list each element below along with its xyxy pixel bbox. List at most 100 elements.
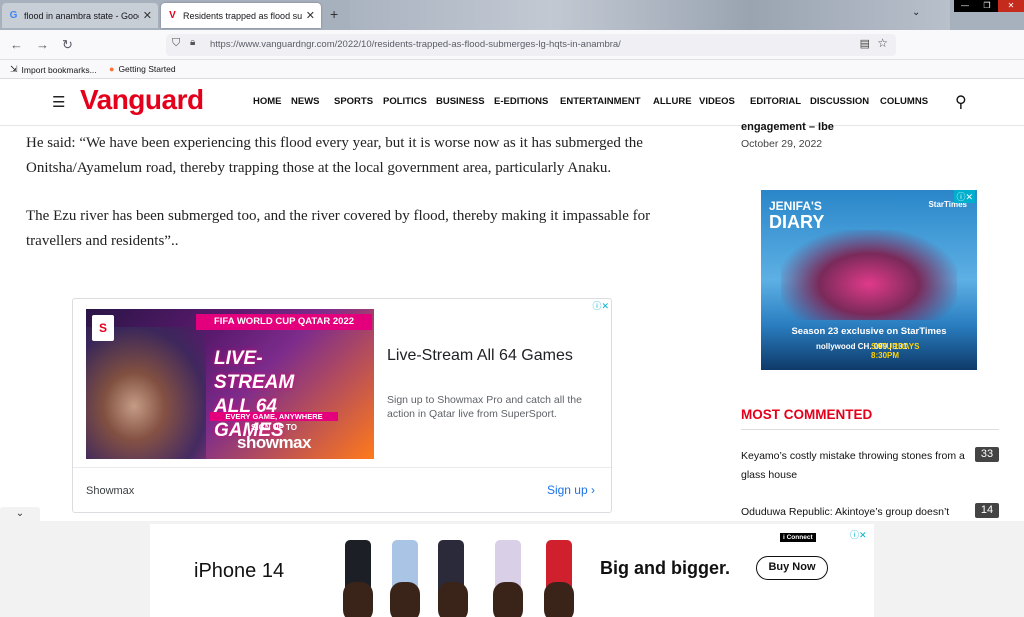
supersport-logo: S (92, 315, 114, 341)
minimize-icon[interactable]: — (954, 0, 976, 12)
google-icon: G (9, 10, 18, 21)
back-icon[interactable]: ← (10, 37, 23, 52)
nav-editorial[interactable]: EDITORIAL (750, 96, 801, 107)
maximize-icon[interactable]: ❐ (976, 0, 998, 12)
buy-now-button[interactable]: Buy Now (756, 556, 828, 580)
schedule-day: SATURDAYS (871, 342, 920, 351)
window-controls: — ❐ ✕ (954, 0, 1024, 12)
tab-bar: G flood in anambra state - Google ✕ V Re… (0, 0, 1024, 30)
vanguard-icon: V (169, 10, 176, 21)
close-tab-icon[interactable]: ✕ (306, 9, 315, 22)
nav-home[interactable]: HOME (253, 96, 282, 107)
reader-view-icon[interactable]: ▤ (860, 37, 870, 50)
nav-allure[interactable]: ALLURE (653, 96, 692, 107)
url-text[interactable]: https://www.vanguardngr.com/2022/10/resi… (210, 39, 621, 50)
signup-label: Sign up (546, 483, 588, 497)
nav-e-editions[interactable]: E-EDITIONS (494, 96, 548, 107)
tab-google-search[interactable]: G flood in anambra state - Google ✕ (2, 3, 158, 28)
hand (343, 582, 373, 617)
ad-show-title-small: JENIFA'S (769, 199, 822, 213)
hand (390, 582, 420, 617)
lock-icon[interactable]: 🔒︎ (190, 37, 195, 48)
divider (741, 429, 999, 430)
ad-show-title-big: DIARY (769, 212, 825, 232)
bookmark-label: Getting Started (118, 64, 176, 74)
close-window-icon[interactable]: ✕ (998, 0, 1024, 12)
showmax-logo: showmax (237, 433, 311, 452)
ad-description: Sign up to Showmax Pro and catch all the… (387, 394, 582, 420)
nav-news[interactable]: NEWS (291, 96, 320, 107)
bookmark-getting-started[interactable]: ● Getting Started (109, 64, 176, 74)
firefox-icon: ● (109, 64, 115, 74)
hamburger-menu-icon[interactable]: ☰ (52, 93, 65, 111)
ad-tagline: Season 23 exclusive on StarTimes (791, 326, 947, 337)
close-tab-icon[interactable]: ✕ (143, 9, 152, 22)
new-tab-icon[interactable]: + (330, 6, 338, 22)
nav-business[interactable]: BUSINESS (436, 96, 485, 107)
previous-post-date: October 29, 2022 (741, 138, 823, 150)
tab-vanguard-article[interactable]: V Residents trapped as flood subm ✕ (161, 3, 321, 28)
search-icon[interactable]: ⚲ (955, 92, 967, 112)
schedule-time: 8:30PM (871, 351, 900, 360)
hand (544, 582, 574, 617)
ad-image-sub2: SIGN UP TO (251, 423, 297, 432)
article-paragraph: The Ezu river has been submerged too, an… (26, 208, 651, 249)
article-body: He said: “We have been experiencing this… (26, 131, 676, 277)
adchoices-icon[interactable]: ⓘ✕ (850, 528, 867, 541)
bookmarks-toolbar: ⇲ Import bookmarks... ● Getting Started (0, 60, 1024, 79)
ad-image-band: FIFA WORLD CUP QATAR 2022 (196, 314, 372, 330)
ad-image-sub1: EVERY GAME, ANYWHERE (210, 412, 338, 421)
hand (493, 582, 523, 617)
nav-sports[interactable]: SPORTS (334, 96, 373, 107)
forward-icon[interactable]: → (36, 37, 49, 52)
iphone-14-logo: iPhone 14 (194, 560, 284, 583)
showmax-ad[interactable]: S FIFA WORLD CUP QATAR 2022 LIVE-STREAM … (72, 298, 612, 513)
ad-tagline: Big and bigger. (600, 558, 731, 578)
bookmark-import[interactable]: ⇲ Import bookmarks... (10, 64, 97, 75)
most-commented-item[interactable]: Oduduwa Republic: Akintoye’s group doesn… (741, 503, 973, 522)
tracking-shield-icon[interactable]: ⛉ (172, 37, 180, 50)
most-commented-item[interactable]: Keyamo’s costly mistake throwing stones … (741, 447, 973, 485)
nav-politics[interactable]: POLITICS (383, 96, 427, 107)
divider (73, 467, 611, 468)
comment-count-badge: 14 (975, 503, 999, 518)
address-bar[interactable]: ⛉ 🔒︎ https://www.vanguardngr.com/2022/10… (166, 34, 896, 56)
ad-show-title: JENIFA'S DIARY (769, 198, 824, 232)
collapse-ad-icon[interactable]: ⌄ (0, 507, 40, 521)
iconnect-logo: i Connect (780, 533, 816, 542)
import-icon: ⇲ (10, 64, 18, 74)
bookmark-star-icon[interactable]: ☆ (877, 36, 888, 50)
ad-headline[interactable]: Live-Stream All 64 Games (387, 347, 573, 365)
chevron-right-icon: › (591, 483, 595, 497)
most-commented-heading: MOST COMMENTED (741, 407, 873, 422)
iphone-ad[interactable]: iPhone 14 Big and bigger. Buy Now i Conn… (150, 524, 874, 617)
previous-post-title[interactable]: engagement – Ibe (741, 121, 834, 133)
startimes-ad[interactable]: JENIFA'S DIARY StarTimes Season 23 exclu… (761, 190, 977, 370)
list-tabs-icon[interactable]: ⌄ (912, 7, 920, 18)
cast-image (781, 230, 957, 320)
comment-count-badge: 33 (975, 447, 999, 462)
tab-title: Residents trapped as flood subm (183, 10, 302, 21)
reload-icon[interactable]: ↻ (62, 37, 73, 53)
article-paragraph: He said: “We have been experiencing this… (26, 135, 643, 176)
ad-image[interactable]: S FIFA WORLD CUP QATAR 2022 LIVE-STREAM … (86, 309, 374, 459)
reseller-logos: i Connect (780, 533, 820, 542)
nav-entertainment[interactable]: ENTERTAINMENT (560, 96, 641, 107)
iphone-hands-image (340, 534, 590, 617)
signup-button[interactable]: Sign up › (547, 483, 595, 497)
adchoices-icon[interactable]: ⓘ✕ (592, 299, 609, 312)
nav-columns[interactable]: COLUMNS (880, 96, 928, 107)
football-players-image (86, 327, 206, 459)
site-header: ☰ Vanguard HOME NEWS SPORTS POLITICS BUS… (0, 80, 1024, 126)
sticky-bottom-ad: ⌄ iPhone 14 Big and bigger. Buy Now i Co… (0, 507, 1024, 617)
tab-title: flood in anambra state - Google (24, 10, 139, 21)
ad-advertiser[interactable]: Showmax (86, 485, 134, 497)
nav-videos[interactable]: VIDEOS (699, 96, 735, 107)
bookmark-label: Import bookmarks... (21, 64, 97, 75)
schedule: SATURDAYS 8:30PM (871, 342, 919, 360)
nav-discussion[interactable]: DISCUSSION (810, 96, 869, 107)
adchoices-icon[interactable]: ⓘ✕ (954, 190, 975, 203)
desktop-background (350, 0, 950, 30)
site-logo[interactable]: Vanguard (80, 84, 204, 116)
hand (438, 582, 468, 617)
